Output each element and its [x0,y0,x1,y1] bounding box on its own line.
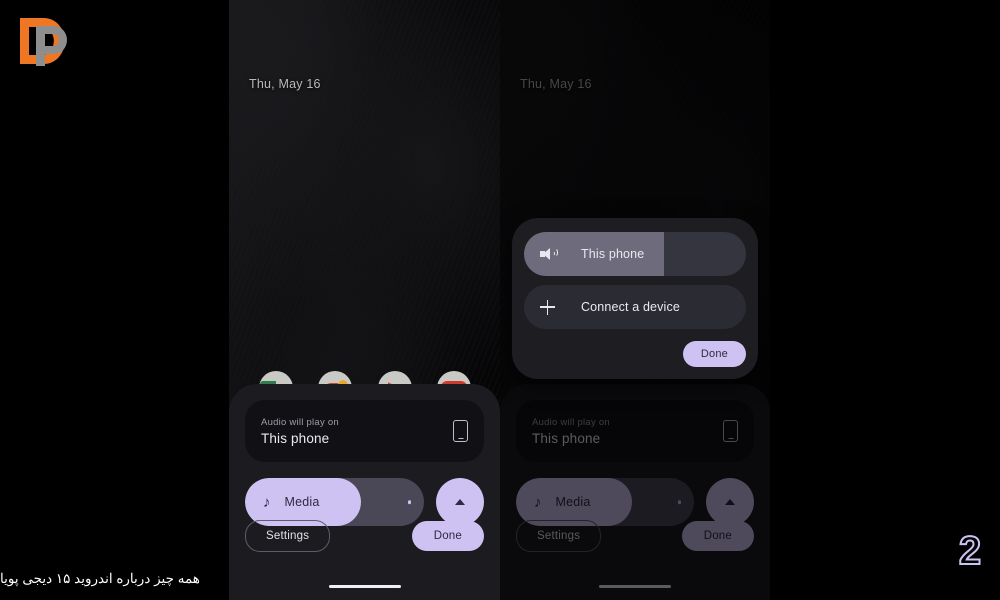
caret-up-icon [455,499,465,505]
output-device-this-phone[interactable]: This phone [524,232,746,276]
audio-output-device: This phone [261,430,330,446]
slider-label: Media [284,495,320,509]
audio-output-card[interactable]: Audio will play on This phone [245,400,484,462]
media-volume-row: ♪ Media [516,478,754,526]
panel-button-row: Settings Done [516,520,754,552]
audio-output-device: This phone [532,430,601,446]
digipouya-logo [14,14,78,70]
dialog-action-row: Done [524,341,746,367]
speaker-icon [540,247,558,261]
media-volume-row: ♪ Media [245,478,484,526]
audio-output-subtitle: Audio will play on [532,416,610,428]
panel-button-row: Settings Done [245,520,484,552]
output-device-label: This phone [581,247,645,261]
phone-icon [723,420,738,442]
connect-a-device-row[interactable]: Connect a device [524,285,746,329]
lockscreen-date: Thu, May 16 [520,77,592,91]
page-number-badge: 2 [958,529,982,573]
plus-icon [540,299,555,315]
slider-label-group: ♪ Media [245,478,320,526]
media-volume-slider[interactable]: ♪ Media [245,478,424,526]
dialog-done-button[interactable]: Done [682,341,746,367]
slider-label-group: ♪ Media [516,478,591,526]
audio-output-card[interactable]: Audio will play on This phone [516,400,754,462]
slider-end-dot [677,500,681,504]
done-button[interactable]: Done [681,521,754,551]
volume-panel: Audio will play on This phone ♪ Media Se… [229,384,500,600]
screenshot-canvas: Thu, May 16 Audio will play on This phon… [0,0,1000,600]
output-switcher-dialog: This phone Connect a device Done [512,218,758,379]
caret-up-icon [725,499,735,505]
music-note-icon: ♪ [263,493,271,511]
phone-right: Thu, May 16 Audio will play on This phon… [500,0,770,600]
audio-output-subtitle: Audio will play on [261,416,339,428]
music-note-icon: ♪ [534,493,542,511]
lockscreen-date: Thu, May 16 [249,77,321,91]
slider-end-dot [407,500,411,504]
settings-button[interactable]: Settings [516,520,602,552]
media-volume-slider[interactable]: ♪ Media [516,478,694,526]
phone-icon [453,420,468,442]
volume-panel: Audio will play on This phone ♪ Media Se… [500,384,770,600]
done-button[interactable]: Done [411,521,484,551]
slider-label: Media [555,495,591,509]
gesture-nav-bar[interactable] [599,584,671,588]
phone-left: Thu, May 16 Audio will play on This phon… [229,0,500,600]
settings-button[interactable]: Settings [245,520,331,552]
connect-a-device-label: Connect a device [581,300,680,314]
persian-caption: همه چیز درباره اندروید ۱۵ دیجی پویا [0,571,200,586]
expand-volume-button[interactable] [436,478,484,526]
expand-volume-button[interactable] [706,478,754,526]
gesture-nav-bar[interactable] [328,584,401,588]
